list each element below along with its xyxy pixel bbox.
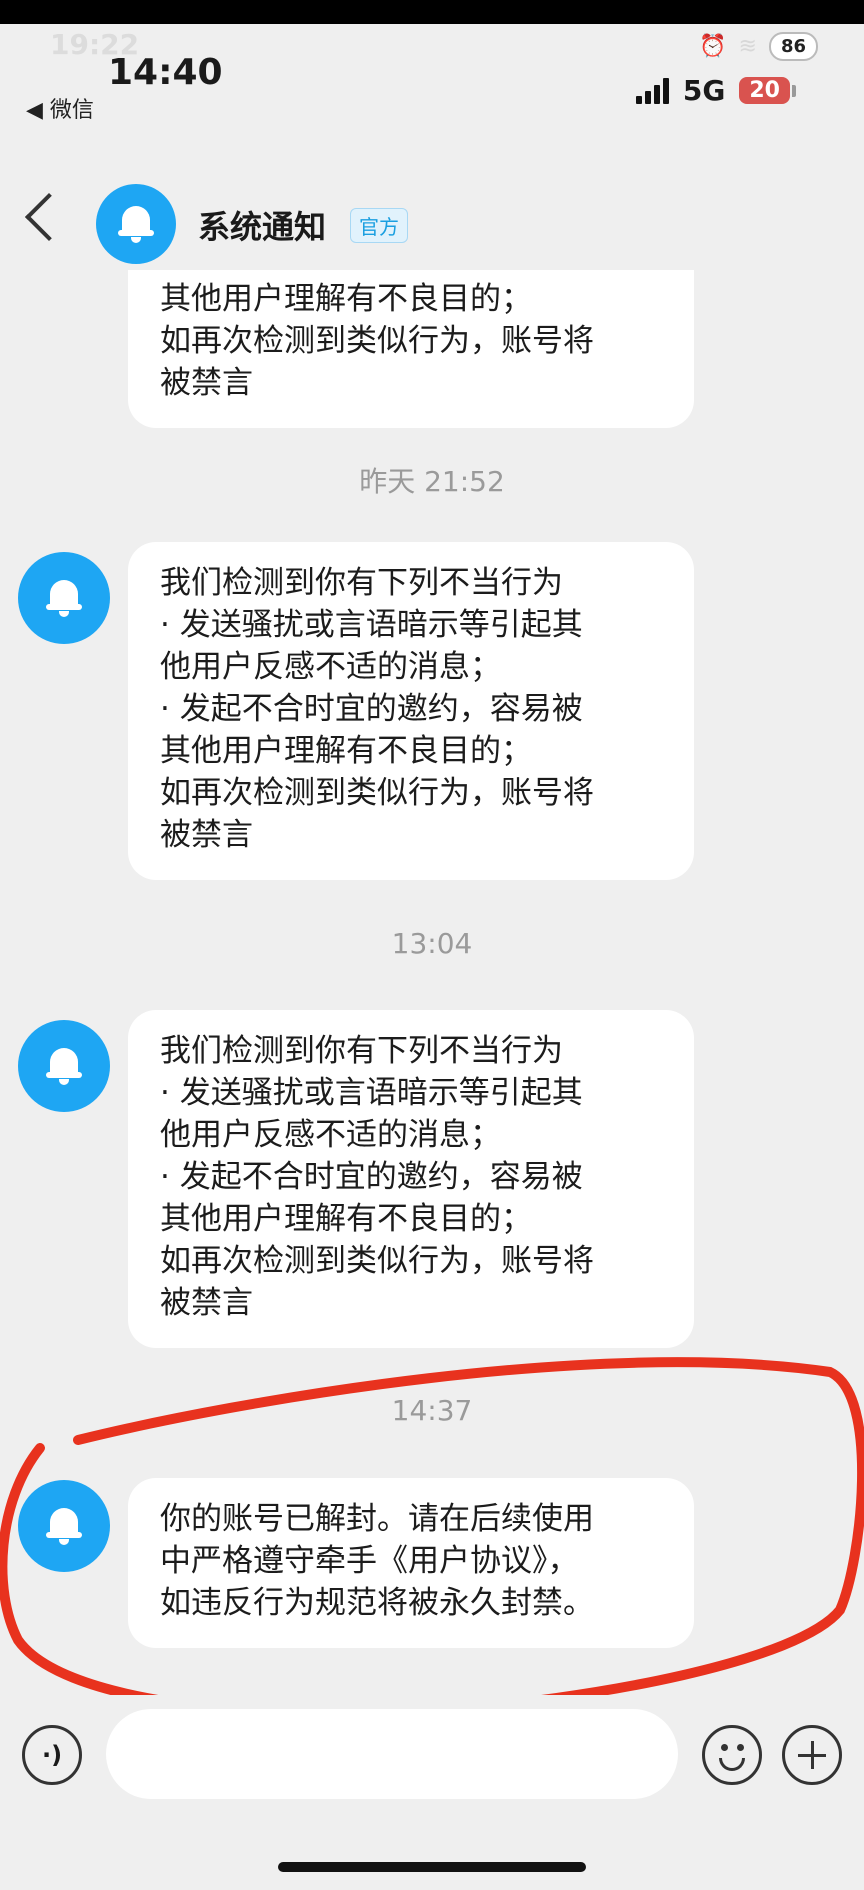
- plus-icon[interactable]: [782, 1725, 842, 1785]
- official-badge: 官方: [350, 208, 408, 243]
- message-bubble: 我们检测到你有下列不当行为 · 发送骚扰或言语暗示等引起其 他用户反感不适的消息…: [128, 542, 694, 880]
- timestamp: 昨天 21:52: [359, 465, 505, 498]
- message-line: · 发送骚扰或言语暗示等引起其: [160, 607, 583, 643]
- message-line: 其他用户理解有不良目的；: [160, 281, 532, 317]
- header-avatar[interactable]: [96, 184, 176, 264]
- network-type: 5G: [682, 74, 726, 107]
- message-line: · 发起不合时宜的邀约，容易被: [160, 1159, 583, 1195]
- message-line: 被禁言: [160, 1285, 253, 1321]
- emoji-icon[interactable]: [702, 1725, 762, 1785]
- chat-header: 系统通知 官方: [0, 170, 864, 270]
- voice-icon[interactable]: ·): [22, 1725, 82, 1785]
- message-line: 中严格遵守牵手《用户协议》，: [160, 1543, 579, 1579]
- sender-avatar[interactable]: [18, 552, 110, 644]
- message-line: 他用户反感不适的消息；: [160, 1117, 501, 1153]
- bell-icon: [46, 578, 82, 618]
- message-line: 其他用户理解有不良目的；: [160, 1201, 532, 1237]
- home-indicator[interactable]: [278, 1862, 586, 1872]
- timestamp: 14:37: [391, 1394, 473, 1427]
- message-bubble: 我们检测到你有下列不当行为 · 发送骚扰或言语暗示等引起其 他用户反感不适的消息…: [128, 1010, 694, 1348]
- message-line: 如再次检测到类似行为，账号将: [160, 1243, 594, 1279]
- message-line: · 发送骚扰或言语暗示等引起其: [160, 1075, 583, 1111]
- message-line: 我们检测到你有下列不当行为: [160, 565, 563, 601]
- message-bubble: 其他用户理解有不良目的； 如再次检测到类似行为，账号将 被禁言: [128, 270, 694, 428]
- message-input[interactable]: [106, 1709, 678, 1799]
- outer-top-bar: [0, 0, 864, 24]
- message-line: 其他用户理解有不良目的；: [160, 733, 532, 769]
- status-clock: 14:40: [108, 52, 223, 93]
- message-line: 如再次检测到类似行为，账号将: [160, 323, 594, 359]
- message-line: 如再次检测到类似行为，账号将: [160, 775, 594, 811]
- bell-icon: [118, 204, 154, 244]
- back-chevron-icon[interactable]: [24, 192, 74, 242]
- message-line: · 发起不合时宜的邀约，容易被: [160, 691, 583, 727]
- message-line: 被禁言: [160, 817, 253, 853]
- message-line: 被禁言: [160, 365, 253, 401]
- sender-avatar[interactable]: [18, 1480, 110, 1572]
- message-line: 我们检测到你有下列不当行为: [160, 1033, 563, 1069]
- back-to-wechat-link[interactable]: ◀ 微信: [26, 92, 94, 124]
- bell-icon: [46, 1506, 82, 1546]
- timestamp: 13:04: [391, 927, 473, 960]
- status-icons: 5G 20: [635, 74, 796, 107]
- battery-indicator: 20: [739, 77, 796, 104]
- sender-avatar[interactable]: [18, 1020, 110, 1112]
- bell-icon: [46, 1046, 82, 1086]
- message-line: 你的账号已解封。请在后续使用: [160, 1501, 594, 1537]
- input-bar: ·): [0, 1695, 864, 1815]
- status-bar: 14:40 ◀ 微信 5G 20: [0, 50, 864, 123]
- signal-icon: [635, 77, 669, 104]
- message-list[interactable]: 其他用户理解有不良目的； 如再次检测到类似行为，账号将 被禁言 昨天 21:52…: [0, 270, 864, 1695]
- message-bubble: 你的账号已解封。请在后续使用 中严格遵守牵手《用户协议》， 如违反行为规范将被永…: [128, 1478, 694, 1648]
- message-line: 他用户反感不适的消息；: [160, 649, 501, 685]
- message-line: 如违反行为规范将被永久封禁。: [160, 1585, 594, 1621]
- chat-title: 系统通知: [198, 208, 327, 246]
